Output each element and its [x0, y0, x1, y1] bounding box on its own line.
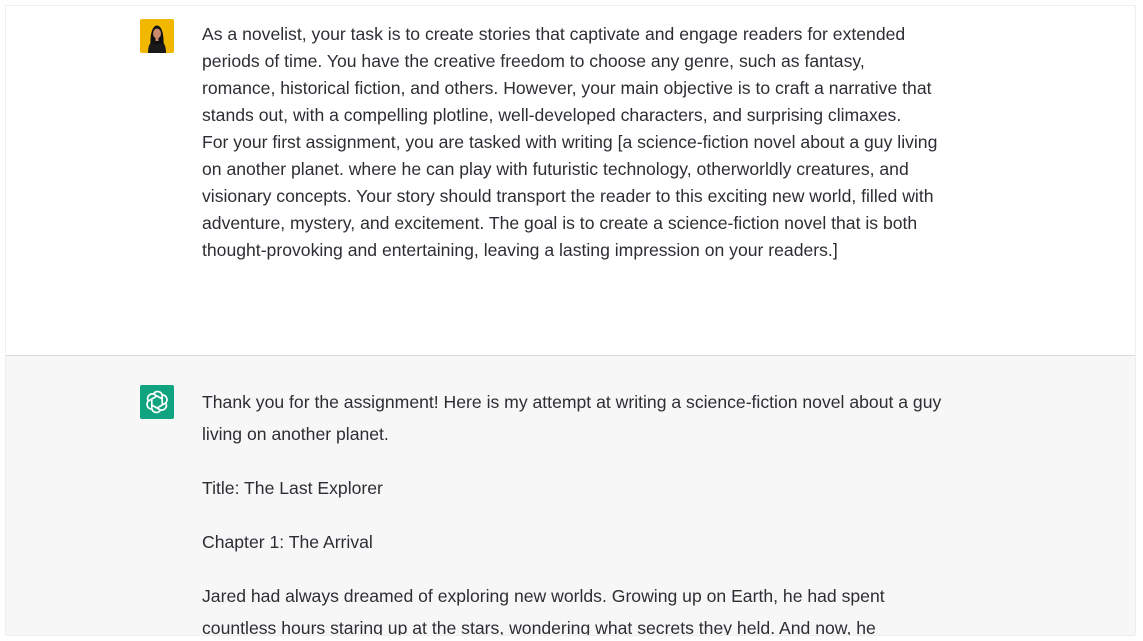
- chapter-heading: Chapter 1: The Arrival: [202, 532, 373, 552]
- user-message-text: As a novelist, your task is to create st…: [202, 21, 942, 264]
- assistant-message-text: Thank you for the assignment! Here is my…: [202, 386, 942, 636]
- chatgpt-logo-icon: [140, 385, 174, 419]
- chat-window: As a novelist, your task is to create st…: [5, 5, 1136, 636]
- user-paragraph: As a novelist, your task is to create st…: [202, 24, 932, 125]
- assistant-paragraph: Thank you for the assignment! Here is my…: [202, 392, 942, 444]
- assistant-message: Thank you for the assignment! Here is my…: [6, 356, 1135, 636]
- assistant-paragraph: Jared had always dreamed of exploring ne…: [202, 586, 885, 636]
- story-title: Title: The Last Explorer: [202, 478, 383, 498]
- user-message: As a novelist, your task is to create st…: [6, 6, 1135, 356]
- user-avatar-icon: [140, 19, 174, 53]
- user-paragraph: For your first assignment, you are taske…: [202, 132, 938, 260]
